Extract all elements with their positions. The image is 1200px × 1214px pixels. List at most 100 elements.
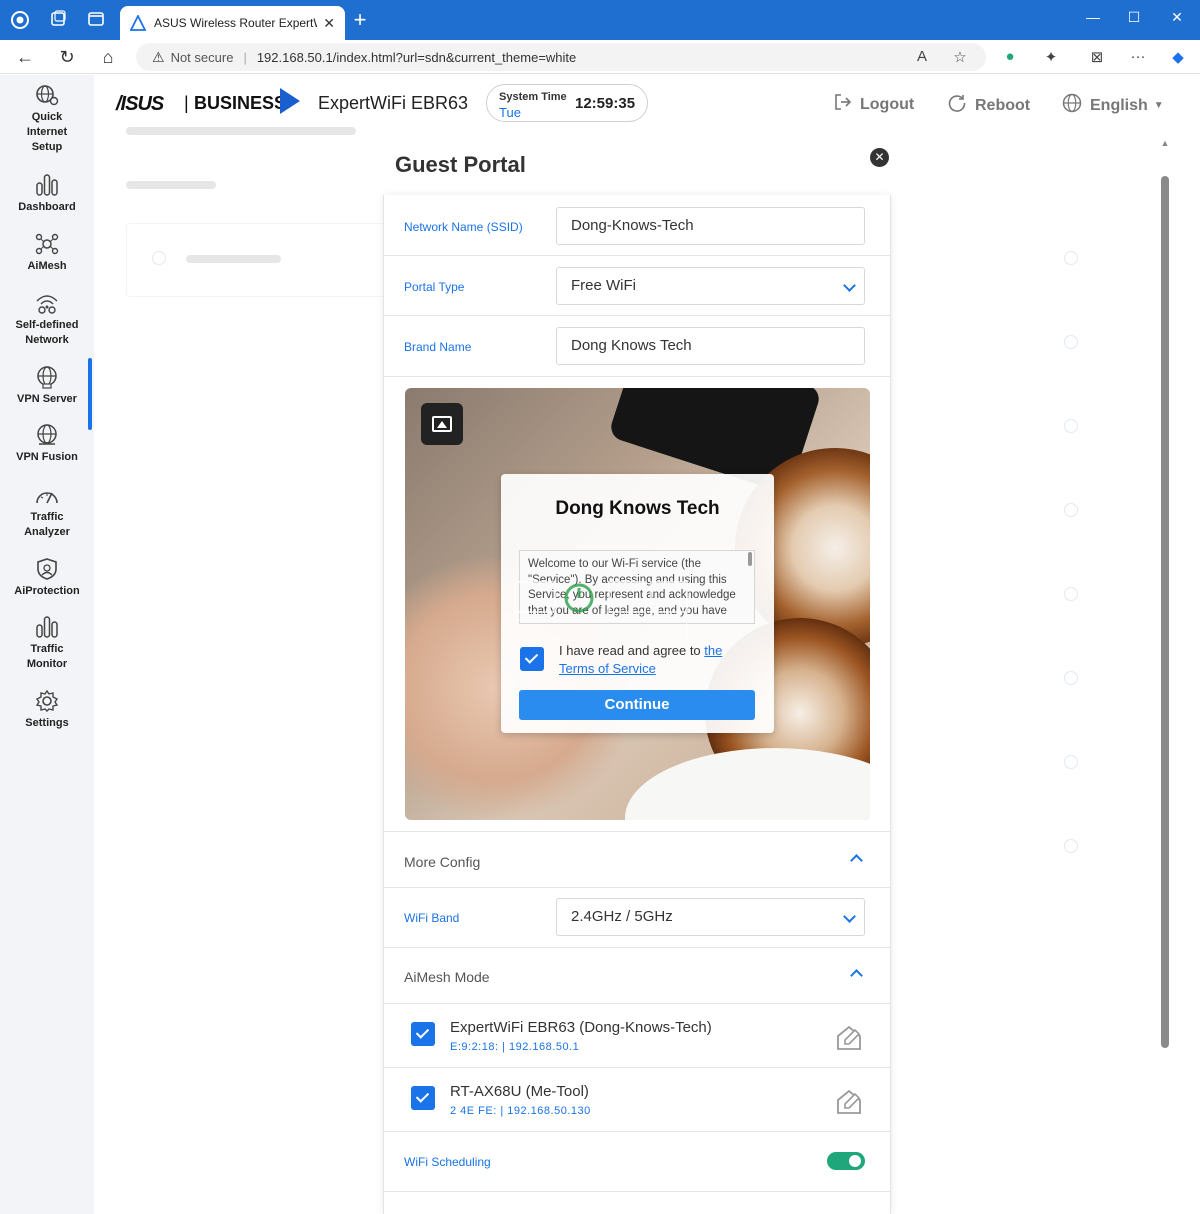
wifi-band-row: WiFi Band 2.4GHz / 5GHz — [384, 888, 890, 948]
tab-close-icon[interactable]: ✕ — [323, 15, 335, 32]
sidebar-item-self-defined-network[interactable]: Self-defined Network — [0, 291, 94, 348]
minimize-icon[interactable]: — — [1078, 6, 1108, 28]
home-icon[interactable]: ⌂ — [97, 46, 119, 68]
favorite-star-icon[interactable]: ☆ — [950, 48, 970, 66]
caret-down-icon: ▼ — [1153, 100, 1164, 111]
language-selector[interactable]: English ▼ — [1062, 93, 1164, 118]
aimesh-device-row: RT-AX68U (Me-Tool) 2 4E FE: | 192.168.50… — [384, 1068, 890, 1132]
maximize-icon[interactable]: ☐ — [1119, 6, 1149, 28]
chevron-down-icon — [843, 910, 856, 923]
modal-title: Guest Portal — [395, 152, 526, 177]
sidebar-item-label: Self-defined Network — [15, 319, 79, 346]
extensions-icon[interactable]: ✦ — [1041, 48, 1061, 66]
extension-g-icon[interactable]: ● — [1000, 48, 1020, 65]
modal-close-icon[interactable]: ✕ — [870, 148, 889, 167]
portal-type-row: Portal Type Free WiFi — [384, 256, 890, 316]
gear-icon — [34, 689, 60, 713]
edit-icon[interactable] — [834, 1022, 864, 1052]
shield-icon — [34, 557, 60, 581]
vpn-server-icon — [34, 365, 60, 389]
page-scrollbar[interactable]: ▲ — [1160, 138, 1170, 1058]
more-config-label: More Config — [404, 854, 481, 870]
aimesh-device-row: ExpertWiFi EBR63 (Dong-Knows-Tech) E:9:2… — [384, 1004, 890, 1068]
more-menu-icon[interactable]: ··· — [1128, 48, 1148, 65]
terms-textbox[interactable]: Welcome to our Wi-Fi service (the "Servi… — [519, 550, 755, 624]
terms-scrollbar[interactable] — [748, 552, 752, 566]
sidebar-item-vpn-fusion[interactable]: VPN Fusion — [0, 423, 94, 465]
tab-actions-icon[interactable] — [86, 10, 106, 30]
asus-tab-icon — [130, 15, 146, 31]
device-name: RT-AX68U (Me-Tool) — [450, 1083, 589, 1100]
sidebar-item-dashboard[interactable]: Dashboard — [0, 173, 94, 215]
collections-icon[interactable] — [48, 10, 68, 30]
language-label: English — [1090, 96, 1148, 114]
device-checkbox[interactable] — [411, 1086, 435, 1110]
sidebar-item-label: VPN Fusion — [16, 451, 78, 463]
reboot-button[interactable]: Reboot — [947, 93, 1030, 118]
sidebar-item-label: VPN Server — [17, 393, 77, 405]
blurred-dot — [1064, 671, 1078, 685]
image-icon — [432, 416, 452, 432]
logo-separator: | — [184, 93, 189, 113]
continue-button[interactable]: Continue — [519, 690, 755, 720]
back-icon[interactable]: ← — [14, 46, 36, 68]
wifi-scheduling-label: WiFi Scheduling — [404, 1155, 491, 1169]
system-time-value: 12:59:35 — [575, 95, 636, 112]
chevron-up-icon[interactable] — [850, 969, 863, 982]
business-arrow-icon — [280, 88, 300, 114]
device-address: 2 4E FE: | 192.168.50.130 — [450, 1105, 591, 1117]
sidebar-item-vpn-server[interactable]: VPN Server — [0, 365, 94, 407]
scroll-up-icon[interactable]: ▲ — [1160, 138, 1170, 148]
portal-type-select[interactable]: Free WiFi — [556, 267, 865, 305]
window-close-icon[interactable]: ✕ — [1162, 6, 1192, 28]
sidebar-item-label: AiMesh — [27, 260, 67, 272]
blurred-dot — [1064, 419, 1078, 433]
chevron-down-icon — [843, 279, 856, 292]
device-checkbox[interactable] — [411, 1022, 435, 1046]
sidebar-item-aimesh[interactable]: AiMesh — [0, 232, 94, 274]
aimesh-mode-row[interactable]: AiMesh Mode — [384, 948, 890, 1004]
screenshot-icon[interactable]: ⊠ — [1087, 48, 1107, 66]
tab-title: ASUS Wireless Router ExpertWiFi — [154, 16, 317, 30]
sidebar-item-label: Quick Internet Setup — [26, 111, 68, 153]
browser-tab[interactable]: ASUS Wireless Router ExpertWiFi ✕ — [120, 6, 345, 40]
sidebar-item-traffic-monitor[interactable]: Traffic Monitor — [0, 615, 94, 672]
url-field[interactable]: ⚠ Not secure | 192.168.50.1/index.html?u… — [136, 43, 986, 71]
sidebar-item-settings[interactable]: Settings — [0, 689, 94, 731]
traffic-analyzer-icon — [34, 483, 60, 507]
wifi-band-value: 2.4GHz / 5GHz — [571, 908, 673, 925]
wifi-scheduling-toggle[interactable] — [827, 1152, 865, 1170]
ssid-value: Dong-Knows-Tech — [571, 217, 694, 234]
ssid-input[interactable]: Dong-Knows-Tech — [556, 207, 865, 245]
copilot-icon[interactable]: ◆ — [1168, 48, 1188, 66]
refresh-icon[interactable]: ↻ — [56, 46, 78, 68]
sidebar-item-aiprotection[interactable]: AiProtection — [0, 557, 94, 599]
scroll-thumb[interactable] — [1161, 176, 1169, 1048]
new-tab-icon[interactable]: + — [350, 9, 370, 31]
agree-text: I have read and agree to the Terms of Se… — [559, 642, 759, 678]
wifi-band-select[interactable]: 2.4GHz / 5GHz — [556, 898, 865, 936]
profile-icon[interactable] — [10, 10, 30, 30]
more-config-row[interactable]: More Config — [384, 831, 890, 888]
agree-label: I have read and agree to — [559, 643, 701, 658]
traffic-monitor-icon — [34, 615, 60, 639]
guest-portal-panel: Network Name (SSID) Dong-Knows-Tech Port… — [383, 195, 891, 1214]
logout-button[interactable]: Logout — [834, 93, 914, 116]
agree-checkbox[interactable] — [520, 647, 544, 671]
app-header: /ISUS | BUSINESS ExpertWiFi EBR63 System… — [94, 75, 1200, 133]
edit-icon[interactable] — [834, 1086, 864, 1116]
sidebar-item-traffic-analyzer[interactable]: Traffic Analyzer — [0, 483, 94, 540]
sidebar-item-quick-internet-setup[interactable]: Quick Internet Setup — [0, 83, 94, 155]
system-time-label: System Time — [499, 91, 567, 103]
brand-name-value: Dong Knows Tech — [571, 337, 692, 354]
chevron-up-icon[interactable] — [850, 854, 863, 867]
read-aloud-icon[interactable]: A — [912, 48, 932, 65]
logout-label: Logout — [860, 95, 915, 113]
ssid-row: Network Name (SSID) Dong-Knows-Tech — [384, 195, 890, 256]
brand-name-label: Brand Name — [404, 340, 472, 354]
change-image-button[interactable] — [421, 403, 463, 445]
blurred-dot — [1064, 503, 1078, 517]
brand-name-input[interactable]: Dong Knows Tech — [556, 327, 865, 365]
reboot-label: Reboot — [975, 96, 1031, 114]
portal-preview-image: Dong Knows Tech Welcome to our Wi-Fi ser… — [405, 388, 870, 820]
